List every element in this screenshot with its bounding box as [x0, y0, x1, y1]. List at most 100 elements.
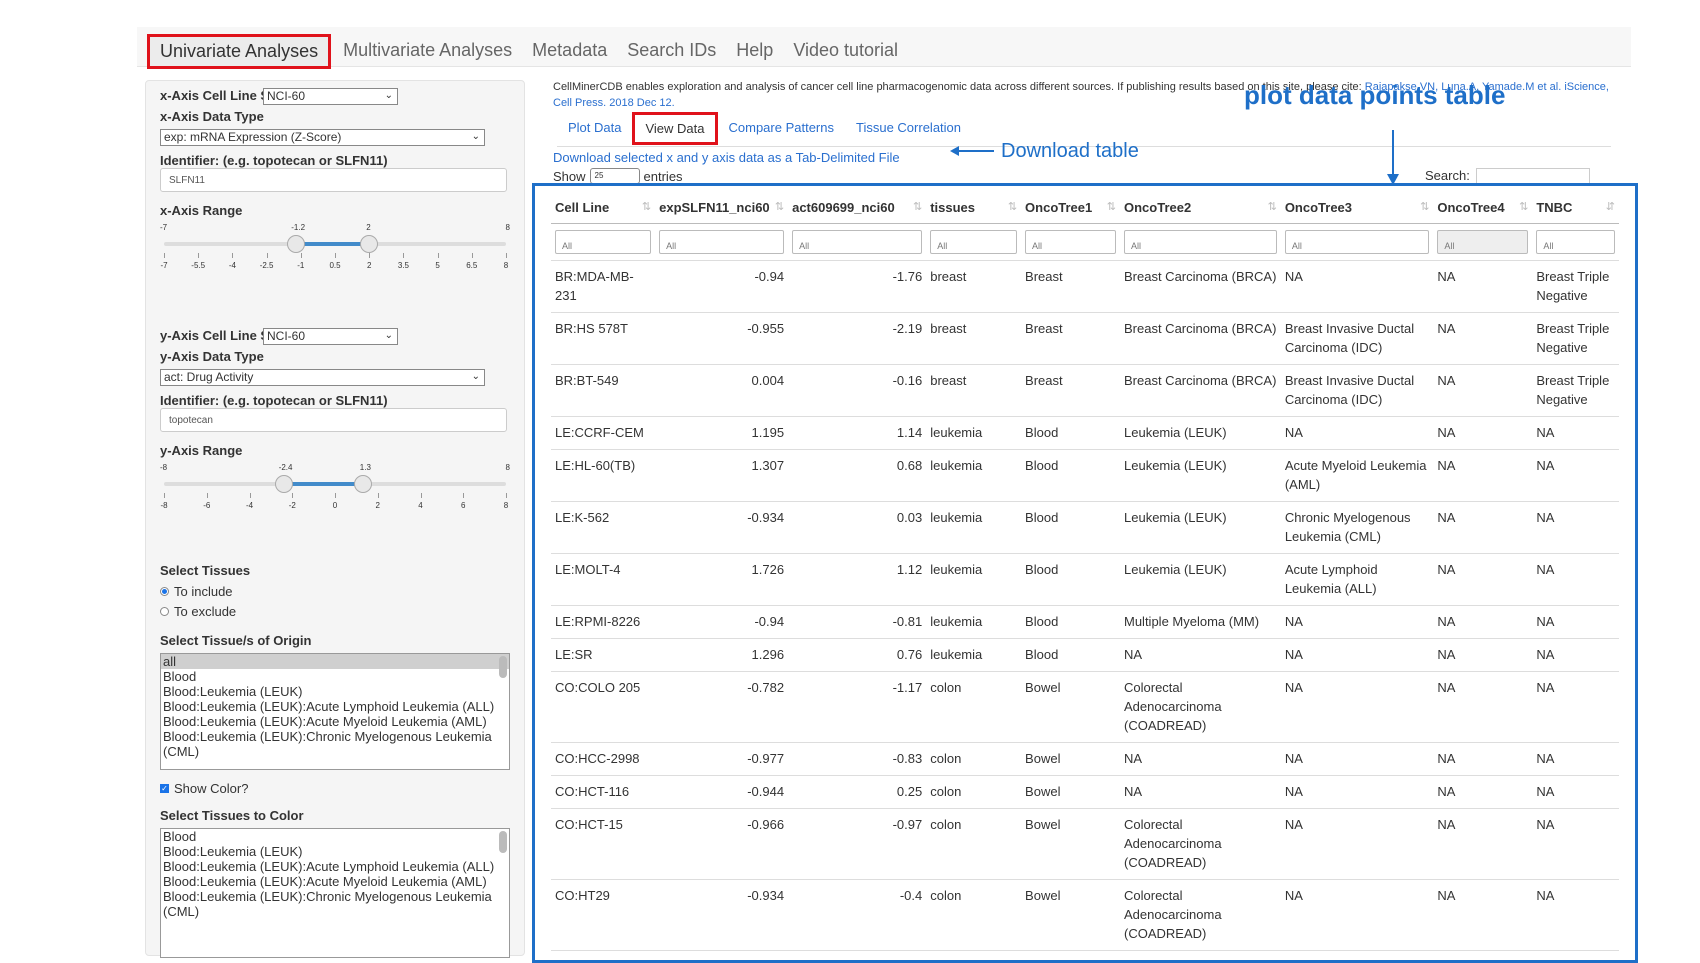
- column-header[interactable]: act609699_nci60 ⇅: [788, 190, 927, 224]
- annotation-download: Download table: [1001, 140, 1139, 162]
- x-type-select[interactable]: exp: mRNA Expression (Z-Score) ⌄: [160, 129, 485, 146]
- column-filter-input[interactable]: All: [1284, 230, 1430, 254]
- radio-include[interactable]: To include: [160, 584, 233, 599]
- list-item[interactable]: Blood:Leukemia (LEUK):Chronic Myelogenou…: [161, 729, 509, 759]
- column-filter-input[interactable]: All: [1124, 230, 1277, 254]
- entries-select[interactable]: 25: [589, 168, 640, 184]
- table-row: CO:HCT-15 -0.966 -0.97 colon Bowel Colorectal…: [551, 808, 1619, 880]
- table-cell: -0.83: [788, 742, 927, 776]
- table-cell: NA: [1532, 605, 1619, 639]
- slider-tick: [437, 253, 439, 258]
- column-filter-input[interactable]: All: [930, 230, 1018, 254]
- x-range-slider[interactable]: -7 8 -1.2 2 -7 -5.5 -4 -2.5 -1 0.5 2 3.5 5 6.5 8: [160, 221, 510, 271]
- download-link[interactable]: Download selected x and y axis data as a…: [553, 150, 900, 165]
- table-cell: CO:HCC-2998: [551, 742, 656, 776]
- table-cell: LE:K-562: [551, 501, 656, 554]
- y-type-select[interactable]: act: Drug Activity ⌄: [160, 369, 485, 386]
- slider-handle-low[interactable]: [274, 475, 293, 493]
- scrollbar-thumb[interactable]: [499, 656, 507, 678]
- slider-tick-label: -5.5: [191, 261, 206, 270]
- sort-icon[interactable]: ⇵: [1606, 200, 1615, 213]
- table-cell: BR:BT-549: [551, 364, 656, 417]
- filter-cell: All: [551, 223, 656, 261]
- table-cell: 1.296: [655, 638, 789, 672]
- table-cell: NA: [1532, 416, 1619, 450]
- table-cell: Leukemia (LEUK): [1120, 416, 1281, 450]
- slider-handle-high[interactable]: [360, 235, 379, 253]
- sort-icon[interactable]: ⇅: [1519, 200, 1528, 213]
- column-filter-input[interactable]: All: [1536, 230, 1615, 254]
- list-item[interactable]: Blood:Leukemia (LEUK):Acute Myeloid Leuk…: [161, 874, 509, 889]
- data-table-container: Cell Line ⇅ expSLFN11_nci60 ⇅ act609699_nci6…: [532, 183, 1638, 963]
- slider-low-label: -2.4: [278, 463, 293, 472]
- subtab[interactable]: View Data: [632, 112, 718, 145]
- list-item[interactable]: Blood: [161, 829, 509, 844]
- table-cell: Bowel: [1021, 775, 1120, 809]
- slider-handle-high[interactable]: [353, 475, 372, 493]
- color-listbox[interactable]: Blood Blood:Leukemia (LEUK) Blood:Leukemia…: [160, 828, 510, 958]
- table-row: LE:HL-60(TB) 1.307 0.68 leukemia Blood Leukem…: [551, 449, 1619, 502]
- y-id-input[interactable]: topotecan: [160, 408, 507, 432]
- x-set-select[interactable]: NCI-60 ⌄: [263, 88, 398, 105]
- slider-tick-label: 8: [503, 501, 509, 510]
- list-item[interactable]: Blood:Leukemia (LEUK): [161, 684, 509, 699]
- column-filter-input[interactable]: All: [1437, 230, 1529, 254]
- list-item[interactable]: Blood:Leukemia (LEUK):Acute Myeloid Leuk…: [161, 714, 509, 729]
- list-item[interactable]: Blood: [161, 669, 509, 684]
- slider-tick: [198, 253, 200, 258]
- slider-min-label: -7: [160, 223, 168, 232]
- sort-icon[interactable]: ⇅: [775, 200, 784, 213]
- nav-tab[interactable]: Univariate Analyses: [147, 34, 332, 69]
- column-header[interactable]: OncoTree3 ⇅: [1280, 190, 1434, 224]
- table-cell: 0.03: [788, 501, 927, 554]
- chevron-down-icon: ⌄: [384, 330, 393, 341]
- column-filter-input[interactable]: All: [659, 230, 785, 254]
- list-item[interactable]: Blood:Leukemia (LEUK):Chronic Myelogenou…: [161, 889, 509, 919]
- list-item[interactable]: Blood:Leukemia (LEUK): [161, 844, 509, 859]
- x-id-input[interactable]: SLFN11: [160, 168, 507, 192]
- slider-handle-low[interactable]: [287, 235, 306, 253]
- subtab[interactable]: Tissue Correlation: [845, 112, 972, 145]
- slider-tick-label: 0.5: [329, 261, 341, 270]
- sort-icon[interactable]: ⇅: [1420, 200, 1429, 213]
- column-header[interactable]: tissues ⇅: [926, 190, 1022, 224]
- column-header[interactable]: TNBC ⇵: [1532, 190, 1619, 224]
- table-cell: NA: [1433, 449, 1533, 502]
- column-header[interactable]: OncoTree2 ⇅: [1120, 190, 1281, 224]
- show-entries: Show 25 entries: [553, 168, 683, 184]
- subtab[interactable]: Plot Data: [557, 112, 632, 145]
- table-cell: NA: [1280, 671, 1434, 743]
- sort-icon[interactable]: ⇅: [642, 200, 651, 213]
- table-cell: breast: [926, 364, 1022, 417]
- list-item[interactable]: Blood:Leukemia (LEUK):Acute Lymphoid Leu…: [161, 699, 509, 714]
- show-color-checkbox[interactable]: ✓ Show Color?: [160, 781, 248, 796]
- list-item[interactable]: Blood:Leukemia (LEUK):Acute Lymphoid Leu…: [161, 859, 509, 874]
- column-header[interactable]: OncoTree1 ⇅: [1021, 190, 1120, 224]
- radio-exclude[interactable]: To exclude: [160, 604, 236, 619]
- column-header[interactable]: Cell Line ⇅: [551, 190, 656, 224]
- column-header[interactable]: OncoTree4 ⇅: [1433, 190, 1533, 224]
- origin-listbox[interactable]: all Blood Blood:Leukemia (LEUK) Blood:Leuke…: [160, 653, 510, 770]
- sort-icon[interactable]: ⇅: [1268, 200, 1277, 213]
- y-range-slider[interactable]: -8 8 -2.4 1.3 -8 -6 -4 -2 0 2 4 6 8: [160, 461, 510, 511]
- column-filter-input[interactable]: All: [1025, 230, 1116, 254]
- column-header[interactable]: expSLFN11_nci60 ⇅: [655, 190, 789, 224]
- subtab[interactable]: Compare Patterns: [718, 112, 846, 145]
- scrollbar-thumb[interactable]: [499, 831, 507, 853]
- table-cell: Breast Carcinoma (BRCA): [1120, 260, 1281, 313]
- table-cell: Leukemia (LEUK): [1120, 501, 1281, 554]
- table-cell: Breast Triple Negative: [1532, 260, 1619, 313]
- list-item[interactable]: all: [161, 654, 509, 669]
- table-cell: 0.76: [788, 638, 927, 672]
- sort-icon[interactable]: ⇅: [913, 200, 922, 213]
- show-label: Show: [553, 168, 586, 184]
- sort-icon[interactable]: ⇅: [1107, 200, 1116, 213]
- column-filter-input[interactable]: All: [792, 230, 923, 254]
- table-cell: LE:MOLT-4: [551, 553, 656, 606]
- nav-tab[interactable]: Multivariate Analyses: [335, 34, 520, 69]
- sort-icon[interactable]: ⇅: [1008, 200, 1017, 213]
- y-set-select[interactable]: NCI-60 ⌄: [263, 328, 398, 345]
- table-cell: NA: [1433, 364, 1533, 417]
- column-header-label: TNBC: [1536, 200, 1573, 215]
- column-filter-input[interactable]: All: [555, 230, 652, 254]
